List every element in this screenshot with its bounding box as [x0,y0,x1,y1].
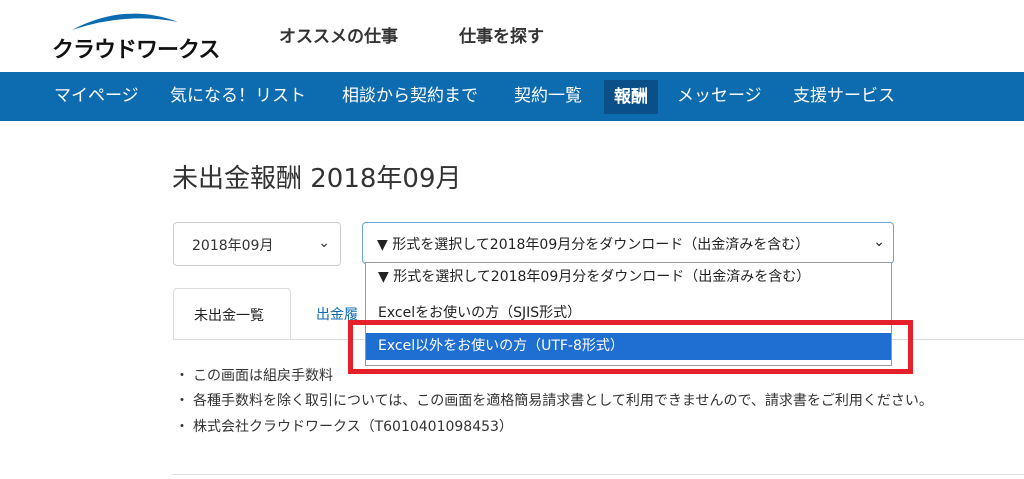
nav-item-consult-to-contract[interactable]: 相談から契約まで [342,72,478,121]
bullet-icon: ・ [175,368,189,384]
option-placeholder[interactable]: ▼ 形式を選択して2018年09月分をダウンロード（出金済みを含む） [366,264,891,291]
month-select-value: 2018年09月 [192,238,274,254]
nav-item-watchlist[interactable]: 気になる！リスト [170,72,306,121]
note-text: 各種手数料を除く取引については、この画面を適格簡易請求書として利用できませんので… [193,393,933,409]
recommended-jobs-link[interactable]: オススメの仕事 [279,22,398,47]
download-format-select-value: ▼ 形式を選択して2018年09月分をダウンロード（出金済みを含む） [377,237,810,253]
download-format-select[interactable]: ▼ 形式を選択して2018年09月分をダウンロード（出金済みを含む） ⌄ [362,222,894,264]
note-text: この画面は組戻手数料 [193,368,333,384]
note-item: ・この画面は組戻手数料 [175,365,333,385]
month-select[interactable]: 2018年09月 ⌄ [173,222,341,266]
tab-label: 未出金一覧 [194,308,264,324]
highlight-box [348,320,913,374]
crowdworks-logo[interactable]: クラウドワークス [52,10,220,63]
chevron-down-icon: ⌄ [873,234,885,250]
page-title: 未出金報酬 2018年09月 [172,164,462,194]
section-divider [173,474,1024,475]
nav-item-messages[interactable]: メッセージ [677,72,762,121]
main-nav: マイページ 気になる！リスト 相談から契約まで 契約一覧 報酬 メッセージ 支援… [0,72,1024,121]
tab-unpaid-list[interactable]: 未出金一覧 [173,288,291,340]
bullet-icon: ・ [175,393,189,409]
nav-item-contracts[interactable]: 契約一覧 [514,72,582,121]
find-jobs-link[interactable]: 仕事を探す [459,22,544,47]
nav-item-support-services[interactable]: 支援サービス [793,72,895,121]
logo-swoosh-icon [72,13,178,30]
note-text: 株式会社クラウドワークス（T6010401098453） [193,419,513,435]
nav-item-mypage[interactable]: マイページ [54,72,139,121]
note-item: ・各種手数料を除く取引については、この画面を適格簡易請求書として利用できませんの… [175,390,933,410]
chevron-down-icon: ⌄ [318,235,330,251]
bullet-icon: ・ [175,419,189,435]
nav-item-rewards[interactable]: 報酬 [604,80,658,114]
top-header: クラウドワークス オススメの仕事 仕事を探す [0,0,1024,72]
note-item: ・株式会社クラウドワークス（T6010401098453） [175,416,513,436]
logo-text: クラウドワークス [52,38,220,63]
